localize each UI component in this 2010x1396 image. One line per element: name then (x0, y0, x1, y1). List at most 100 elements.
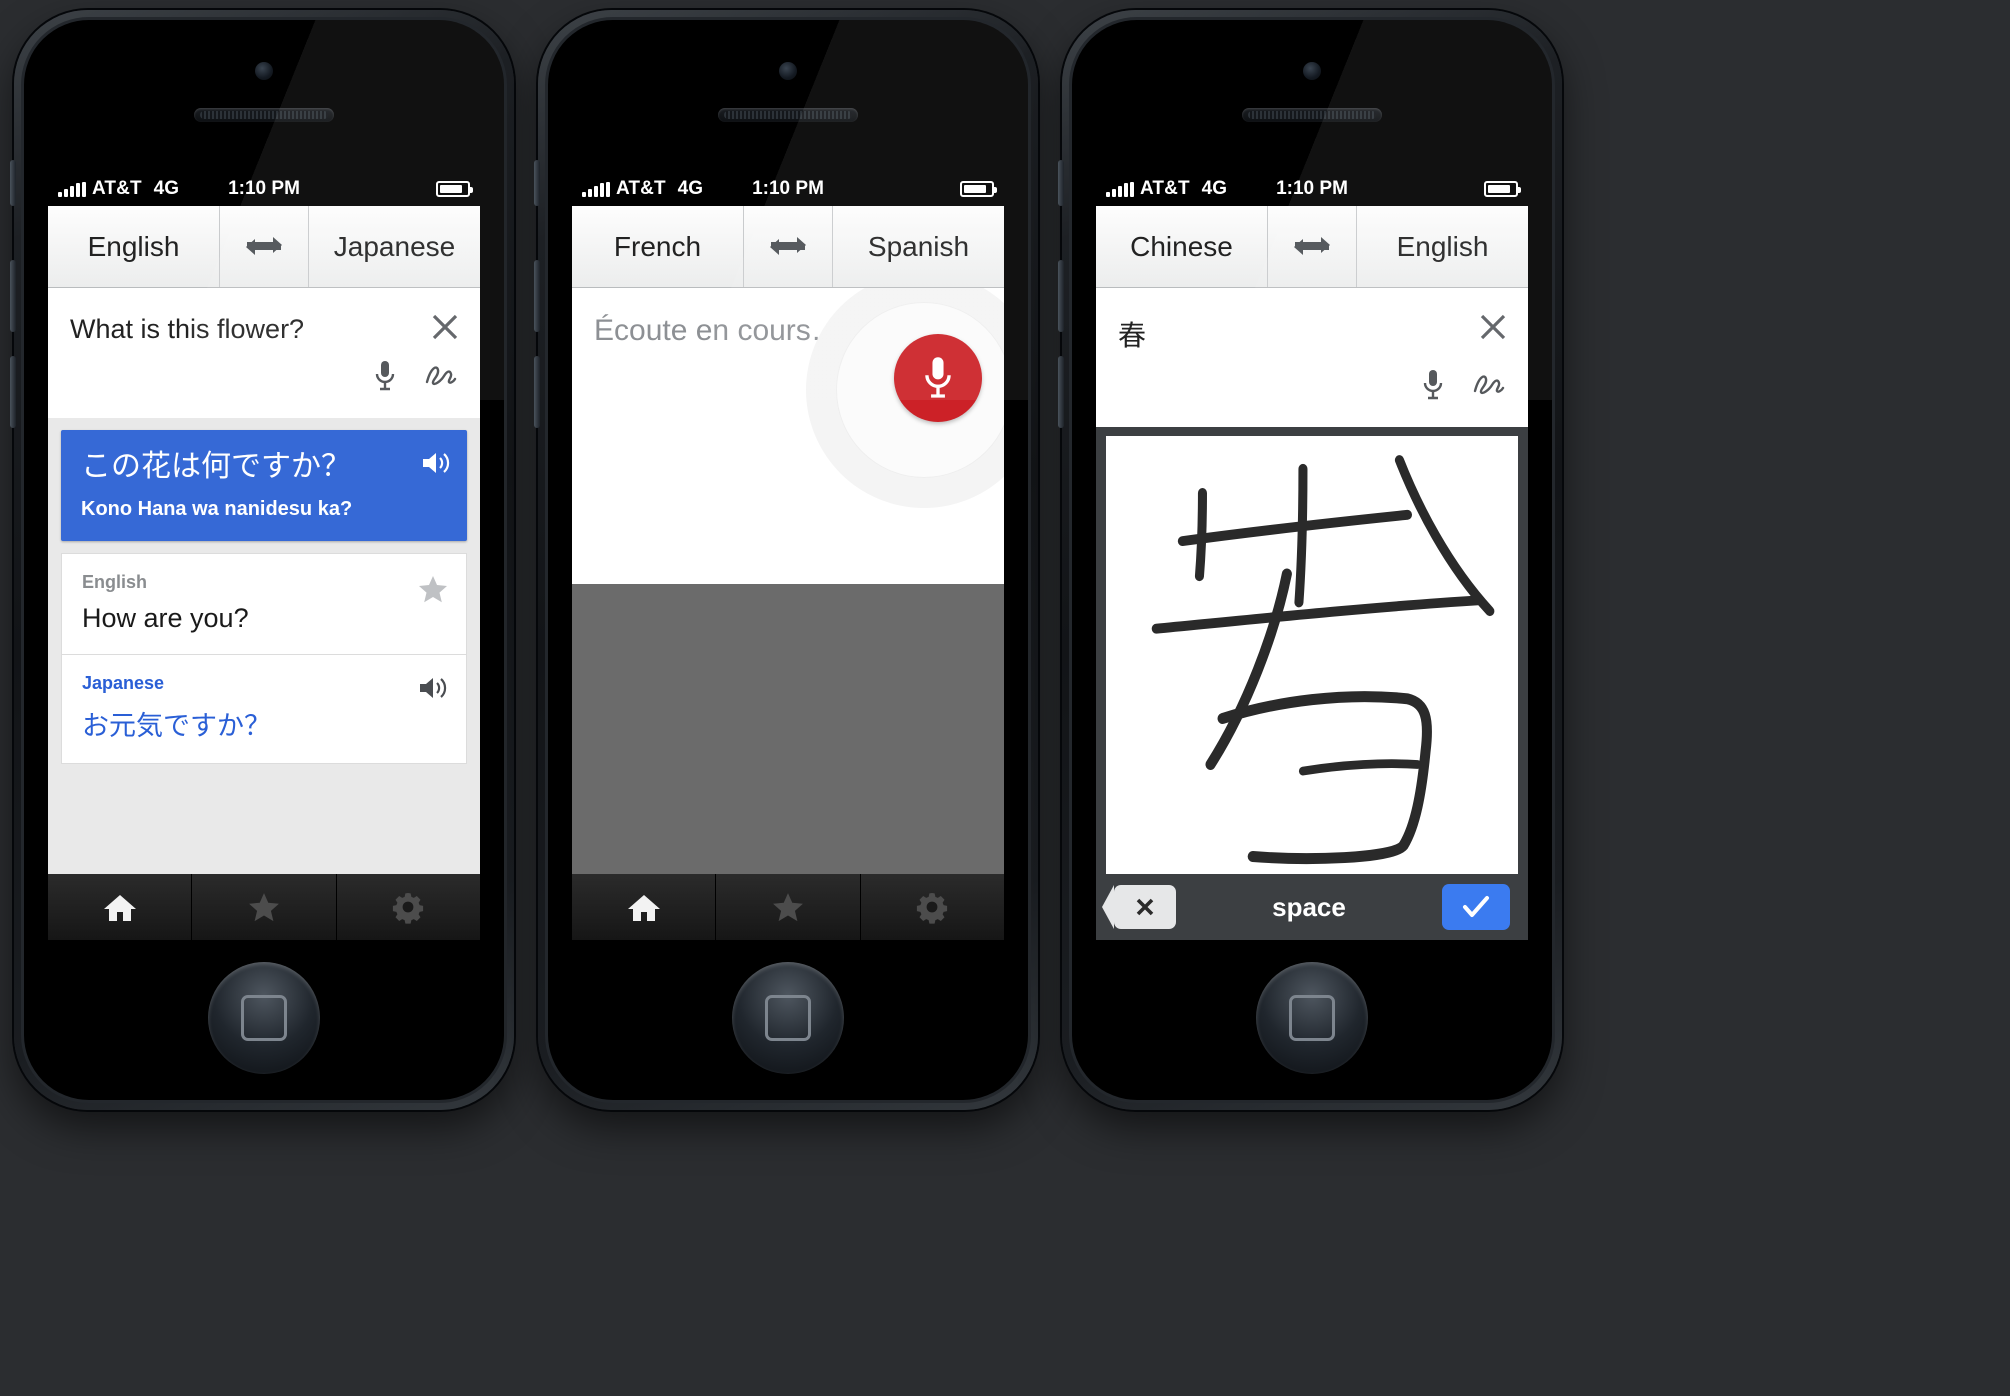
translation-card[interactable]: この花は何ですか？ Kono Hana wa nanidesu ka? (61, 430, 467, 541)
network-label: 4G (677, 178, 704, 199)
carrier-label: AT&T (92, 178, 142, 199)
language-bar: French Spanish (572, 206, 1004, 288)
source-input-area[interactable]: 春 (1096, 288, 1528, 427)
home-icon (627, 895, 660, 921)
translation-speaker-button[interactable] (421, 450, 451, 481)
backspace-key[interactable] (1102, 885, 1176, 929)
tab-settings[interactable] (861, 874, 1004, 940)
phone-device-3: AT&T 4G 1:10 PM Chinese English 春 space (1058, 10, 1562, 1110)
bottom-tab-bar (572, 874, 1004, 940)
gear-icon (393, 893, 424, 924)
front-camera-icon (1303, 62, 1321, 80)
swap-languages-button[interactable] (743, 206, 833, 287)
input-method-icons (48, 345, 480, 418)
mute-switch[interactable] (10, 160, 16, 206)
mute-switch[interactable] (1058, 160, 1064, 206)
space-key[interactable]: space (1186, 892, 1432, 923)
tab-home[interactable] (48, 874, 193, 940)
earpiece-speaker (1242, 108, 1382, 122)
target-language-button[interactable]: Spanish (833, 206, 1004, 287)
translation-text: この花は何ですか？ (81, 450, 351, 483)
signal-bars-icon (582, 181, 610, 197)
volume-down-button[interactable] (1058, 356, 1064, 428)
voice-listening-panel: Écoute en cours… (572, 288, 1004, 584)
handwritten-character-strokes (1151, 455, 1495, 865)
phone-2-screen: AT&T 4G 1:10 PM French Spanish Écoute en… (572, 172, 1004, 940)
source-language-button[interactable]: French (572, 206, 743, 287)
close-icon (1480, 314, 1506, 340)
phone-3-body: AT&T 4G 1:10 PM Chinese English 春 space (1069, 17, 1555, 1103)
earpiece-speaker (194, 108, 334, 122)
star-icon (773, 893, 803, 922)
history-language-label: English (82, 571, 148, 592)
status-bar: AT&T 4G 1:10 PM (572, 172, 1004, 206)
swap-languages-button[interactable] (1267, 206, 1357, 287)
home-icon (103, 895, 136, 921)
confirm-key[interactable] (1442, 884, 1510, 930)
check-icon (1463, 896, 1489, 917)
swap-arrows-icon (246, 236, 282, 255)
clear-text-button[interactable] (428, 310, 462, 349)
tab-settings[interactable] (337, 874, 480, 940)
history-speaker-button[interactable] (418, 675, 448, 706)
signal-bars-icon (1106, 181, 1134, 197)
input-method-icons (1096, 354, 1528, 427)
source-language-button[interactable]: Chinese (1096, 206, 1267, 287)
source-text[interactable]: What is this flower? (48, 288, 480, 345)
close-icon (432, 314, 458, 340)
translation-results: この花は何ですか？ Kono Hana wa nanidesu ka? Engl… (48, 418, 480, 874)
phone-device-1: AT&T 4G 1:10 PM English Japanese What is… (10, 10, 514, 1110)
target-language-button[interactable]: English (1357, 206, 1528, 287)
front-camera-icon (779, 62, 797, 80)
microphone-button[interactable] (1420, 368, 1446, 407)
home-button[interactable] (208, 962, 320, 1074)
language-bar: English Japanese (48, 206, 480, 288)
tab-starred[interactable] (192, 874, 337, 940)
backspace-icon (1136, 898, 1154, 916)
speaker-icon (420, 677, 447, 698)
status-bar: AT&T 4G 1:10 PM (48, 172, 480, 206)
volume-up-button[interactable] (534, 260, 540, 332)
home-button[interactable] (1256, 962, 1368, 1074)
volume-down-button[interactable] (534, 356, 540, 428)
battery-icon (1484, 181, 1521, 197)
tab-starred[interactable] (716, 874, 861, 940)
volume-up-button[interactable] (10, 260, 16, 332)
clock-label: 1:10 PM (1276, 178, 1348, 199)
history-item-japanese[interactable]: Japanese お元気ですか？ (61, 654, 467, 764)
battery-icon (436, 181, 473, 197)
microphone-icon (1423, 370, 1443, 400)
source-text[interactable]: 春 (1096, 288, 1528, 354)
front-camera-icon (255, 62, 273, 80)
microphone-button[interactable] (894, 334, 982, 422)
microphone-button[interactable] (372, 359, 398, 398)
battery-icon (960, 181, 997, 197)
swap-languages-button[interactable] (219, 206, 309, 287)
phone-1-body: AT&T 4G 1:10 PM English Japanese What is… (21, 17, 507, 1103)
network-label: 4G (153, 178, 180, 199)
home-button[interactable] (732, 962, 844, 1074)
source-input-area[interactable]: What is this flower? (48, 288, 480, 418)
mute-switch[interactable] (534, 160, 540, 206)
handwriting-icon (1473, 375, 1505, 395)
volume-up-button[interactable] (1058, 260, 1064, 332)
handwriting-key-row: space (1102, 874, 1518, 940)
gear-icon (917, 893, 948, 924)
clear-text-button[interactable] (1476, 310, 1510, 349)
translation-romanization: Kono Hana wa nanidesu ka? (81, 497, 353, 520)
signal-bars-icon (58, 181, 86, 197)
dimmed-results-panel (572, 584, 1004, 874)
star-button[interactable] (418, 574, 448, 609)
history-item-english[interactable]: English How are you? (61, 552, 467, 655)
handwriting-button[interactable] (1472, 368, 1506, 407)
volume-down-button[interactable] (10, 356, 16, 428)
bottom-tab-bar (48, 874, 480, 940)
star-icon (419, 575, 447, 602)
tab-home[interactable] (572, 874, 717, 940)
handwriting-button[interactable] (424, 359, 458, 398)
source-language-button[interactable]: English (48, 206, 219, 287)
handwriting-icon (425, 366, 457, 386)
handwriting-canvas[interactable] (1106, 436, 1518, 874)
clock-label: 1:10 PM (752, 178, 824, 199)
target-language-button[interactable]: Japanese (309, 206, 480, 287)
